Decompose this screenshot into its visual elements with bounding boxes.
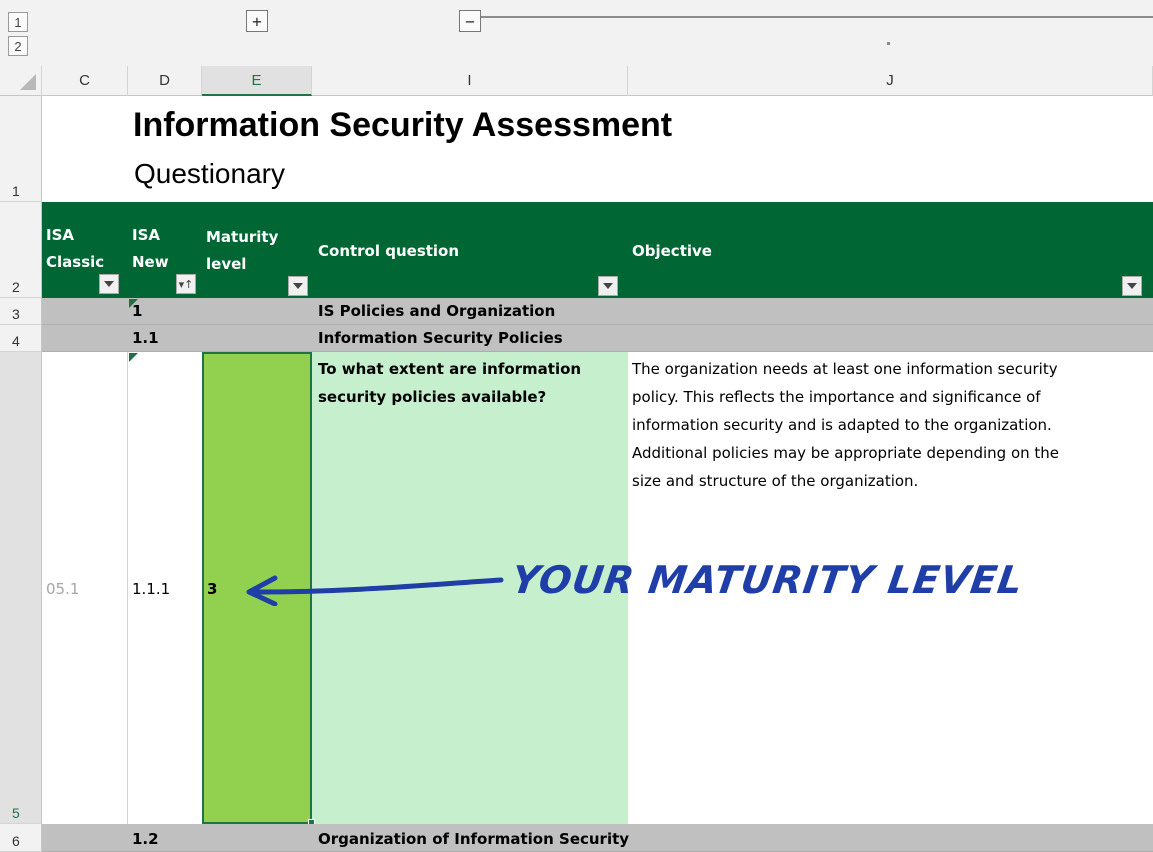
- header-isa-classic: ISA Classic: [46, 226, 105, 271]
- filter-dropdown-objective[interactable]: [1122, 276, 1142, 296]
- column-header-c[interactable]: C: [42, 66, 128, 96]
- outline-bar: [0, 0, 1153, 66]
- gridline: [127, 352, 128, 824]
- annotation-label: YOUR MATURITY LEVEL: [508, 558, 1027, 602]
- section-number: 1: [132, 302, 143, 320]
- row-header-6[interactable]: 6: [0, 824, 42, 852]
- cell-comment-indicator: [129, 353, 138, 362]
- isa-new-value[interactable]: 1.1.1: [132, 575, 170, 603]
- maturity-level-value[interactable]: 3: [207, 575, 217, 603]
- section-title: Organization of Information Security: [318, 830, 630, 848]
- sort-filter-isa-new-icon[interactable]: ▾↑: [176, 274, 196, 294]
- arrow-left-icon: [246, 575, 504, 606]
- column-header-j[interactable]: J: [628, 66, 1153, 96]
- outline-level-1-button[interactable]: 1: [8, 12, 28, 32]
- isa-classic-value[interactable]: 05.1: [46, 575, 79, 603]
- header-isa-new: ISA New: [132, 226, 169, 271]
- row-header-3[interactable]: 3: [0, 298, 42, 325]
- column-header-d[interactable]: D: [128, 66, 202, 96]
- select-all-corner[interactable]: [0, 66, 42, 96]
- objective-text[interactable]: The organization needs at least one info…: [632, 355, 1153, 495]
- filter-dropdown-control-question[interactable]: [598, 276, 618, 296]
- control-question-text: To what extent are information security …: [318, 360, 582, 406]
- column-header-i[interactable]: I: [312, 66, 628, 96]
- section-row-1: [42, 298, 1153, 325]
- row-header-1[interactable]: 1: [0, 96, 42, 202]
- corner-triangle-icon: [20, 74, 36, 90]
- section-number: 1.2: [132, 830, 159, 848]
- outline-level-2-button[interactable]: 2: [8, 36, 28, 56]
- header-maturity-level: Maturity level: [206, 228, 279, 273]
- section-number: 1.1: [132, 329, 159, 347]
- collapse-group-button[interactable]: −: [459, 10, 481, 32]
- group-dot: [887, 42, 890, 45]
- row-header-4[interactable]: 4: [0, 325, 42, 352]
- filter-dropdown-maturity[interactable]: [288, 276, 308, 296]
- column-header-e[interactable]: E: [202, 66, 312, 96]
- section-title: IS Policies and Organization: [318, 302, 556, 320]
- header-objective: Objective: [632, 242, 712, 260]
- filter-dropdown-isa-classic[interactable]: [99, 274, 119, 294]
- section-title: Information Security Policies: [318, 329, 563, 347]
- section-row-1-1: [42, 325, 1153, 352]
- header-control-question: Control question: [318, 242, 460, 260]
- row-header-5[interactable]: 5: [0, 352, 42, 824]
- group-bracket-line: [481, 16, 1153, 18]
- sheet-subtitle: Questionary: [134, 158, 285, 189]
- expand-group-button[interactable]: +: [246, 10, 268, 32]
- sheet-title: Information Security Assessment: [133, 106, 673, 144]
- row-header-2[interactable]: 2: [0, 202, 42, 298]
